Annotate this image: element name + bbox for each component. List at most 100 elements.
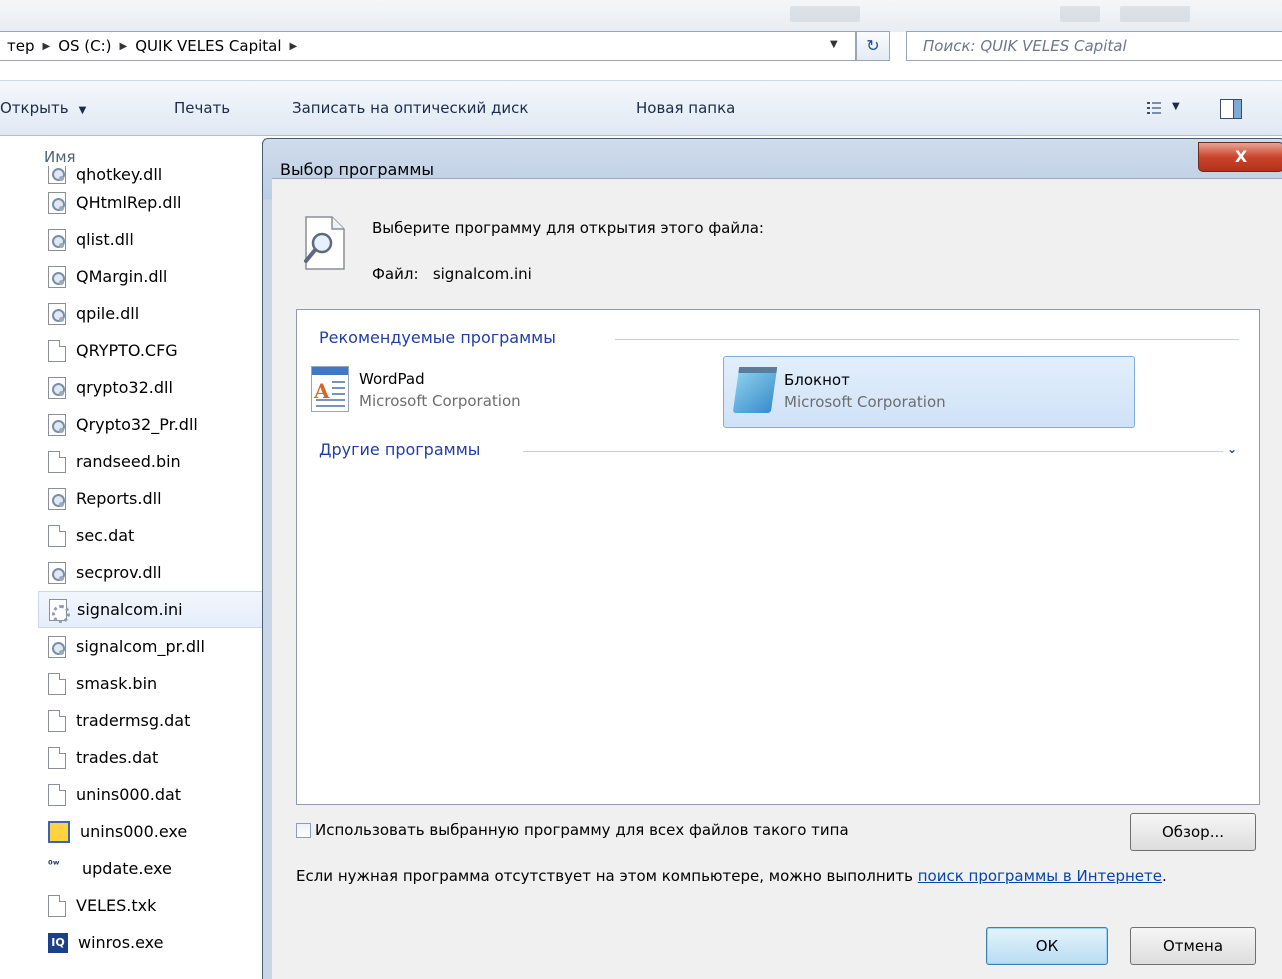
address-bar-row: тер ▶ OS (C:) ▶ QUIK VELES Capital ▶ ▼ ↻ — [0, 30, 1282, 64]
file-row[interactable]: sec.dat — [38, 517, 268, 554]
dll-icon — [48, 191, 66, 214]
always-use-checkbox[interactable] — [296, 822, 311, 838]
file-row[interactable]: QRYPTO.CFG — [38, 332, 268, 369]
dll-icon — [48, 166, 66, 184]
breadcrumb-separator-icon[interactable]: ▶ — [43, 41, 51, 52]
file-row[interactable]: QHtmlRep.dll — [38, 184, 268, 221]
refresh-icon: ↻ — [866, 36, 880, 55]
breadcrumb-separator-icon[interactable]: ▶ — [290, 41, 298, 52]
program-list: Рекомендуемые программы A WordPad Micros… — [296, 309, 1260, 805]
file-row[interactable]: qlist.dll — [38, 221, 268, 258]
burn-disc-button[interactable]: Записать на оптический диск — [292, 99, 528, 117]
group-divider — [615, 339, 1239, 340]
address-history-dropdown-icon[interactable]: ▼ — [830, 39, 842, 51]
breadcrumb-separator-icon[interactable]: ▶ — [120, 41, 128, 52]
file-name: signalcom.ini — [432, 265, 532, 283]
search-box[interactable] — [906, 31, 1282, 61]
program-name: Блокнот — [784, 371, 850, 389]
search-input[interactable] — [923, 37, 1263, 55]
blank-file-icon — [48, 746, 66, 769]
breadcrumb-quik-folder[interactable]: QUIK VELES Capital — [135, 37, 281, 55]
file-row[interactable]: qhotkey.dll — [38, 166, 268, 184]
group-header-recommended[interactable]: Рекомендуемые программы — [319, 328, 566, 347]
program-name: WordPad — [359, 370, 425, 388]
file-label: Файл: — [372, 265, 419, 283]
file-row[interactable]: qpile.dll — [38, 295, 268, 332]
ini-icon — [49, 598, 70, 623]
print-button[interactable]: Печать — [174, 99, 230, 117]
file-name: smask.bin — [76, 674, 158, 693]
file-row[interactable]: IQ winros.exe — [38, 924, 268, 961]
file-name: qrypto32.dll — [76, 378, 173, 397]
open-label: Открыть — [0, 99, 69, 117]
file-name: unins000.exe — [80, 822, 188, 841]
file-name: QMargin.dll — [76, 267, 168, 286]
group-header-other[interactable]: Другие программы — [319, 440, 491, 459]
chevron-down-icon: ▼ — [1172, 101, 1180, 112]
blurred-background-text — [1120, 6, 1190, 22]
ok-button[interactable]: ОК — [986, 927, 1108, 965]
file-row[interactable]: trades.dat — [38, 739, 268, 776]
cancel-button[interactable]: Отмена — [1130, 927, 1256, 965]
chevron-down-icon: ▼ — [78, 105, 87, 116]
file-row[interactable]: qrypto32.dll — [38, 369, 268, 406]
column-header-name[interactable]: Имя — [44, 148, 76, 166]
change-view-button[interactable]: ▼ — [1146, 99, 1186, 121]
file-row[interactable]: smask.bin — [38, 665, 268, 702]
breadcrumb-computer[interactable]: тер — [7, 37, 35, 55]
dll-icon — [48, 228, 66, 251]
file-name: randseed.bin — [76, 452, 181, 471]
file-row[interactable]: randseed.bin — [38, 443, 268, 480]
file-row[interactable]: QMargin.dll — [38, 258, 268, 295]
web-search-link[interactable]: поиск программы в Интернете — [918, 867, 1162, 885]
file-name: qlist.dll — [76, 230, 134, 249]
close-button[interactable]: X — [1198, 142, 1282, 172]
refresh-button[interactable]: ↻ — [856, 31, 890, 61]
file-name-line: Файл: signalcom.ini — [372, 265, 532, 283]
address-bar[interactable]: тер ▶ OS (C:) ▶ QUIK VELES Capital ▶ — [0, 31, 856, 61]
file-row[interactable]: ⁰ʷ update.exe — [38, 850, 268, 887]
file-name: Reports.dll — [76, 489, 162, 508]
always-use-label[interactable]: Использовать выбранную программу для все… — [315, 821, 849, 839]
preview-pane-icon — [1233, 100, 1241, 118]
file-name: update.exe — [82, 859, 172, 878]
dll-icon — [48, 635, 66, 658]
dll-icon — [48, 561, 66, 584]
program-item-notepad[interactable]: Блокнот Microsoft Corporation — [723, 356, 1135, 428]
browse-button[interactable]: Обзор... — [1130, 813, 1256, 851]
file-rows: qhotkey.dll QHtmlRep.dll qlist.dll QMargin.… — [38, 166, 268, 961]
file-row[interactable]: VELES.txk — [38, 887, 268, 924]
file-row[interactable]: secprov.dll — [38, 554, 268, 591]
file-row[interactable]: unins000.dat — [38, 776, 268, 813]
notepad-icon — [732, 367, 778, 413]
blank-file-icon — [48, 524, 66, 547]
file-row[interactable]: unins000.exe — [38, 813, 268, 850]
file-row[interactable]: signalcom.ini — [38, 591, 268, 628]
view-details-icon — [1147, 102, 1161, 114]
new-folder-button[interactable]: Новая папка — [636, 99, 735, 117]
info-message: Если нужная программа отсутствует на это… — [296, 867, 918, 885]
file-row[interactable]: signalcom_pr.dll — [38, 628, 268, 665]
file-name: signalcom_pr.dll — [76, 637, 205, 656]
info-message-end: . — [1162, 867, 1167, 885]
file-list: Имя qhotkey.dll QHtmlRep.dll qlist.dll QMar… — [38, 138, 268, 979]
blank-file-icon — [48, 339, 66, 362]
file-name: signalcom.ini — [77, 600, 183, 619]
wordpad-icon: A — [311, 366, 349, 412]
chevron-down-icon[interactable]: ⌄ — [1227, 442, 1237, 456]
file-row[interactable]: tradermsg.dat — [38, 702, 268, 739]
file-name: secprov.dll — [76, 563, 162, 582]
file-name: qhotkey.dll — [76, 166, 163, 184]
breadcrumb-drive-c[interactable]: OS (C:) — [58, 37, 111, 55]
preview-pane-button[interactable] — [1220, 99, 1242, 119]
always-use-option[interactable]: Использовать выбранную программу для все… — [296, 821, 849, 839]
blank-file-icon — [48, 894, 66, 917]
open-button[interactable]: Открыть ▼ — [0, 99, 86, 117]
blurred-background-text — [790, 6, 860, 22]
program-item-wordpad[interactable]: A WordPad Microsoft Corporation — [299, 356, 711, 428]
open-with-dialog: Выбор программы X Выберите программу для… — [262, 138, 1282, 979]
file-name: trades.dat — [76, 748, 159, 767]
file-name: tradermsg.dat — [76, 711, 191, 730]
file-row[interactable]: Qrypto32_Pr.dll — [38, 406, 268, 443]
file-row[interactable]: Reports.dll — [38, 480, 268, 517]
